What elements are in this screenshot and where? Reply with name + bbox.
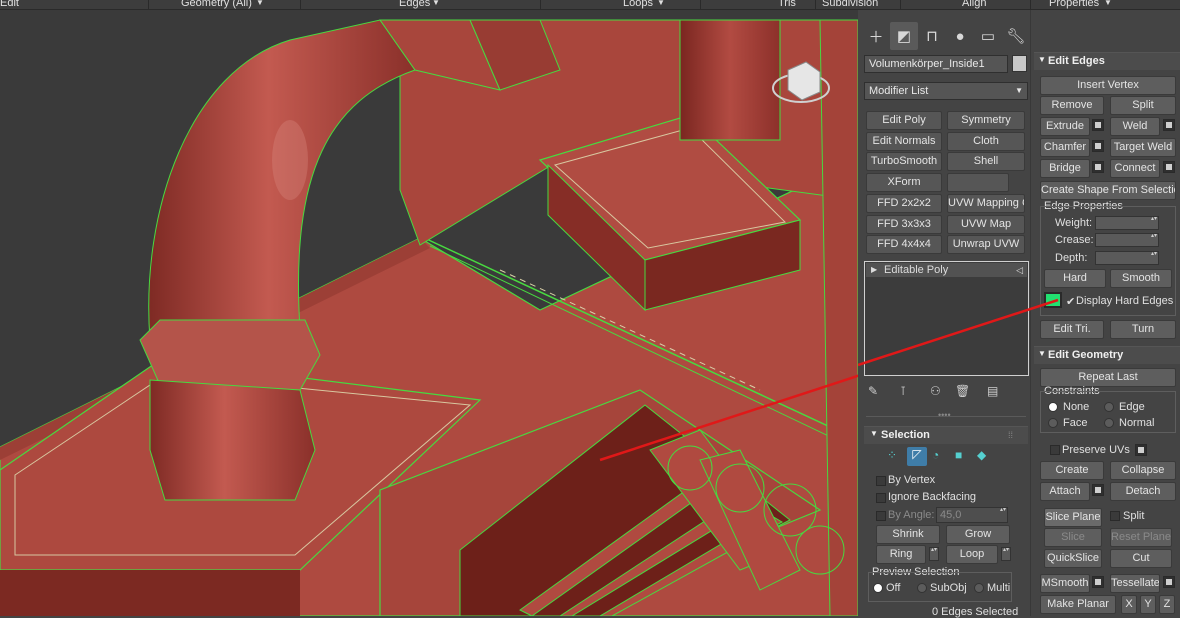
chevron-down-icon[interactable]: ▼ <box>1104 0 1112 9</box>
menu-align[interactable]: Align <box>962 0 986 9</box>
viewport-scene[interactable] <box>0 10 858 616</box>
menu-divider <box>300 0 301 9</box>
menu-divider <box>900 0 901 9</box>
menu-divider <box>148 0 149 9</box>
menu-divider <box>1030 0 1031 9</box>
menu-edit[interactable]: Edit <box>0 0 19 9</box>
chevron-down-icon[interactable]: ▼ <box>657 0 665 9</box>
chevron-down-icon[interactable]: ▼ <box>432 0 440 9</box>
pipe-base <box>149 379 316 501</box>
menu-divider <box>540 0 541 9</box>
menu-divider <box>815 0 816 9</box>
pipe-highlight <box>272 120 308 200</box>
chevron-down-icon[interactable]: ▼ <box>256 0 264 9</box>
menu-edges[interactable]: Edges <box>399 0 430 9</box>
annotation-arrow-overlay <box>858 298 1059 367</box>
menu-tris[interactable]: Tris <box>778 0 796 9</box>
back-pipe <box>679 19 781 141</box>
menu-geometry[interactable]: Geometry (All) <box>181 0 252 9</box>
pipe-collar-ring <box>139 319 321 391</box>
annotation-arrow <box>858 298 1059 367</box>
menu-subdivision[interactable]: Subdivision <box>822 0 878 9</box>
menu-divider <box>700 0 701 9</box>
menu-bar: Edit Geometry (All) ▼ Edges ▼ Loops ▼ Tr… <box>0 0 1180 10</box>
menu-properties[interactable]: Properties <box>1049 0 1099 9</box>
platform-front <box>0 570 300 616</box>
perspective-viewport[interactable] <box>0 10 858 616</box>
menu-loops[interactable]: Loops <box>623 0 653 9</box>
